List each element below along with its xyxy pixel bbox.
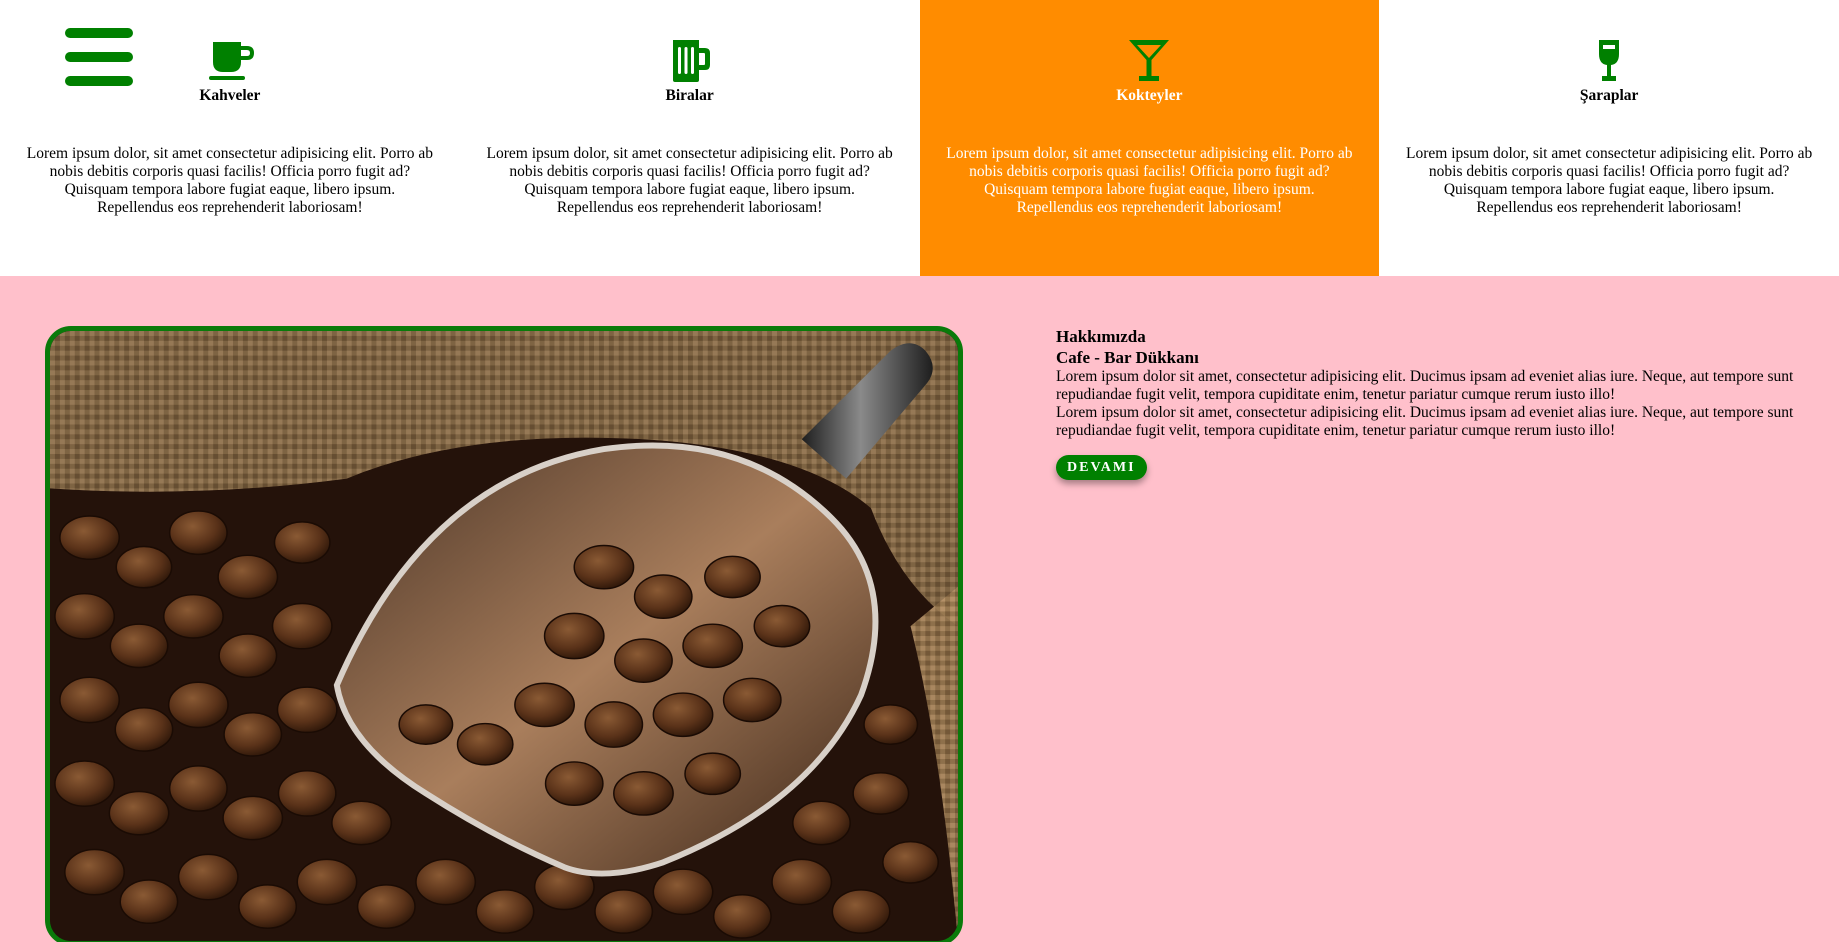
menu-bar: [65, 28, 133, 38]
menu-bar: [65, 52, 133, 62]
about-title: Hakkımızda: [1056, 327, 1146, 346]
wine-glass-icon: [1599, 40, 1620, 81]
service-card-biralar[interactable]: Biralar Lorem ipsum dolor, sit amet cons…: [460, 0, 920, 276]
about-subtitle: Cafe - Bar Dükkanı: [1056, 348, 1199, 367]
services-section: Kahveler Lorem ipsum dolor, sit amet con…: [0, 0, 1839, 276]
menu-bar: [65, 76, 133, 86]
about-content: Hakkımızda Cafe - Bar Dükkanı Lorem ipsu…: [1056, 326, 1796, 480]
service-text: Lorem ipsum dolor, sit amet consectetur …: [1406, 145, 1813, 216]
coffee-beans-scoop-photo: [45, 326, 963, 942]
service-card-kokteyler[interactable]: Kokteyler Lorem ipsum dolor, sit amet co…: [919, 0, 1380, 276]
devami-button[interactable]: DEVAMI: [1056, 455, 1147, 480]
hamburger-menu-icon[interactable]: [65, 28, 133, 86]
service-title: Kahveler: [199, 87, 261, 104]
about-paragraph: Lorem ipsum dolor sit amet, consectetur …: [1056, 368, 1794, 403]
about-paragraph: Lorem ipsum dolor sit amet, consectetur …: [1056, 404, 1794, 439]
service-card-saraplar[interactable]: Şaraplar Lorem ipsum dolor, sit amet con…: [1379, 0, 1839, 276]
service-title: Biralar: [665, 87, 714, 104]
service-title: Şaraplar: [1579, 87, 1639, 104]
beer-mug-icon: [672, 40, 710, 82]
service-text: Lorem ipsum dolor, sit amet consectetur …: [486, 145, 893, 216]
cocktail-glass-icon: [1129, 40, 1170, 81]
coffee-cup-icon: [208, 42, 254, 80]
service-text: Lorem ipsum dolor, sit amet consectetur …: [26, 145, 433, 216]
service-text: Lorem ipsum dolor, sit amet consectetur …: [946, 145, 1353, 216]
service-title: Kokteyler: [1116, 87, 1183, 104]
about-section: Hakkımızda Cafe - Bar Dükkanı Lorem ipsu…: [0, 276, 1839, 942]
